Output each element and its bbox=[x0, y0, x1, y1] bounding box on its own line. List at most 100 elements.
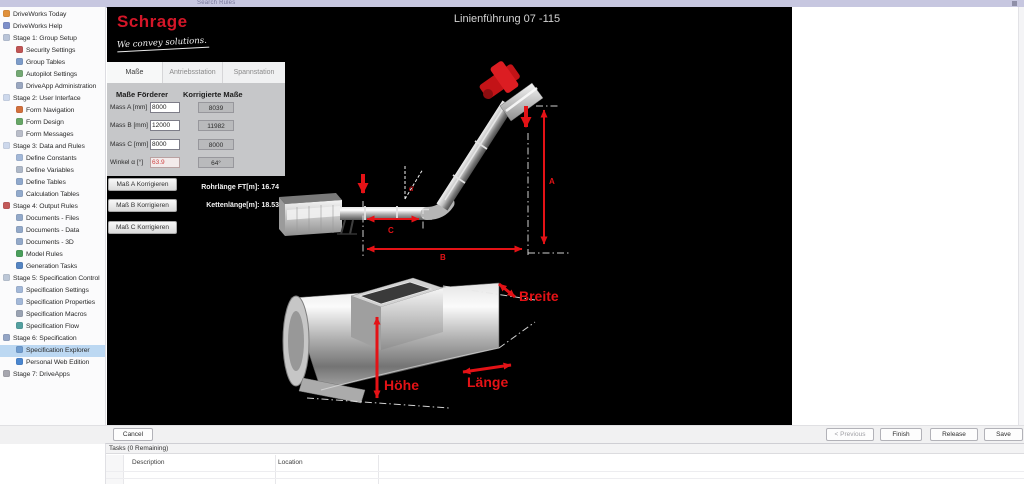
rohrlaenge-label: Rohrlänge FT[m]: bbox=[201, 184, 259, 191]
navigation-tree: DriveWorks Today DriveWorks Help Stage 1: … bbox=[0, 9, 105, 381]
tasks-column-location[interactable]: Location bbox=[278, 459, 303, 466]
column-divider bbox=[275, 455, 276, 484]
sidebar-item-model-rules[interactable]: Model Rules bbox=[0, 249, 105, 261]
kettenlaenge-label: Kettenlänge[m]: bbox=[206, 202, 259, 209]
sidebar-item-stage2-user-interface[interactable]: Stage 2: User Interface bbox=[0, 93, 105, 105]
constants-doc-icon bbox=[16, 154, 23, 161]
sidebar-item-stage1-group-setup[interactable]: Stage 1: Group Setup bbox=[0, 33, 105, 45]
sidebar-item-specification-properties[interactable]: Specification Properties bbox=[0, 297, 105, 309]
sidebar: DriveWorks Today DriveWorks Help Stage 1: … bbox=[0, 7, 106, 425]
sidebar-item-label: Form Navigation bbox=[26, 107, 74, 114]
sidebar-item-define-constants[interactable]: Define Constants bbox=[0, 153, 105, 165]
tasks-column-description[interactable]: Description bbox=[132, 459, 165, 466]
mass-a-input[interactable] bbox=[150, 102, 180, 113]
application-window: Search Rules DriveWorks TodayDriveWorks … bbox=[0, 0, 1024, 484]
sidebar-item-stage4-output-rules[interactable]: Stage 4: Output Rules bbox=[0, 201, 105, 213]
sidebar-item-label: Stage 7: DriveApps bbox=[13, 371, 70, 378]
sidebar-item-label: Group Tables bbox=[26, 59, 65, 66]
column-header-korrigierte-masse: Korrigierte Maße bbox=[183, 90, 243, 99]
mass-b-corrected-value: 11982 bbox=[198, 120, 234, 131]
cancel-button[interactable]: Cancel bbox=[113, 428, 153, 441]
calc-table-icon bbox=[16, 190, 23, 197]
sidebar-item-label: Form Design bbox=[26, 119, 64, 126]
action-bar: Cancel < Previous Finish Release Save bbox=[0, 425, 1024, 444]
winkel-input[interactable] bbox=[150, 157, 180, 168]
tab-antriebsstation[interactable]: Antriebsstation bbox=[163, 62, 223, 83]
sidebar-item-label: Calculation Tables bbox=[26, 191, 79, 198]
sidebar-item-personal-web-edition[interactable]: Personal Web Edition bbox=[0, 357, 105, 369]
sidebar-item-form-navigation[interactable]: Form Navigation bbox=[0, 105, 105, 117]
laenge-label: Länge bbox=[467, 374, 508, 390]
tasks-panel-title: Tasks (0 Remaining) bbox=[106, 444, 1024, 454]
tasks-selector-column bbox=[106, 455, 123, 484]
sidebar-item-autopilot-settings[interactable]: Autopilot Settings bbox=[0, 69, 105, 81]
sidebar-item-driveapp-administration[interactable]: DriveApp Administration bbox=[0, 81, 105, 93]
sidebar-item-documents-files[interactable]: Documents - Files bbox=[0, 213, 105, 225]
spec-gear-icon bbox=[3, 334, 10, 341]
search-input[interactable]: Search Rules bbox=[197, 0, 235, 6]
sidebar-item-specification-explorer[interactable]: Specification Explorer bbox=[0, 345, 105, 357]
sidebar-item-group-tables[interactable]: Group Tables bbox=[0, 57, 105, 69]
sidebar-item-security-settings[interactable]: Security Settings bbox=[0, 45, 105, 57]
sidebar-item-label: Stage 3: Data and Rules bbox=[13, 143, 85, 150]
tab-spannstation[interactable]: Spannstation bbox=[223, 62, 285, 83]
mass-b-input[interactable] bbox=[150, 120, 180, 131]
sidebar-item-stage7-driveapps[interactable]: Stage 7: DriveApps bbox=[0, 369, 105, 381]
sidebar-item-documents-3d[interactable]: Documents - 3D bbox=[0, 237, 105, 249]
sidebar-item-label: Documents - 3D bbox=[26, 239, 74, 246]
document-icon bbox=[16, 214, 23, 221]
mass-c-label: Mass C [mm] bbox=[110, 141, 148, 148]
conveyor-render: A B C α bbox=[279, 57, 569, 262]
model-check-icon bbox=[16, 250, 23, 257]
generation-globe-icon bbox=[16, 262, 23, 269]
sidebar-item-define-tables[interactable]: Define Tables bbox=[0, 177, 105, 189]
output-cube-icon bbox=[3, 202, 10, 209]
mass-c-input[interactable] bbox=[150, 139, 180, 150]
spec-doc-icon bbox=[3, 274, 10, 281]
sidebar-item-calculation-tables[interactable]: Calculation Tables bbox=[0, 189, 105, 201]
sidebar-item-generation-tasks[interactable]: Generation Tasks bbox=[0, 261, 105, 273]
sidebar-item-driveworks-today[interactable]: DriveWorks Today bbox=[0, 9, 105, 21]
angle-alpha-label: α bbox=[409, 184, 414, 193]
previous-button[interactable]: < Previous bbox=[826, 428, 874, 441]
table-icon bbox=[16, 178, 23, 185]
sidebar-item-specification-flow[interactable]: Specification Flow bbox=[0, 321, 105, 333]
sidebar-item-stage6-specification[interactable]: Stage 6: Specification bbox=[0, 333, 105, 345]
mass-c-korrigieren-button[interactable]: Maß C Korrigieren bbox=[108, 221, 177, 234]
vertical-scrollbar[interactable] bbox=[1018, 7, 1024, 425]
sidebar-item-documents-data[interactable]: Documents - Data bbox=[0, 225, 105, 237]
winkel-corrected-value: 64° bbox=[198, 157, 234, 168]
winkel-label: Winkel α [°] bbox=[110, 159, 143, 166]
lightbulb-icon bbox=[3, 34, 10, 41]
sidebar-item-label: Autopilot Settings bbox=[26, 71, 77, 78]
release-button[interactable]: Release bbox=[930, 428, 978, 441]
form-row: Mass A [mm] 8039 bbox=[107, 102, 285, 114]
form-row: Mass C [mm] 8000 bbox=[107, 139, 285, 151]
save-button[interactable]: Save bbox=[984, 428, 1023, 441]
kettenlaenge-value: 18.53 bbox=[261, 202, 279, 209]
right-empty-area bbox=[792, 7, 1024, 425]
sidebar-item-stage3-data-and-rules[interactable]: Stage 3: Data and Rules bbox=[0, 141, 105, 153]
sidebar-item-label: Specification Explorer bbox=[26, 347, 90, 354]
mass-c-corrected-value: 8000 bbox=[198, 139, 234, 150]
sidebar-item-label: DriveWorks Help bbox=[13, 23, 62, 30]
sidebar-item-label: Stage 1: Group Setup bbox=[13, 35, 77, 42]
sidebar-item-stage5-specification-control[interactable]: Stage 5: Specification Control bbox=[0, 273, 105, 285]
sidebar-item-label: Define Tables bbox=[26, 179, 66, 186]
sidebar-item-label: Documents - Files bbox=[26, 215, 79, 222]
dim-a-label: A bbox=[549, 177, 555, 186]
form-row: Winkel α [°] 64° bbox=[107, 157, 285, 169]
sidebar-item-specification-settings[interactable]: Specification Settings bbox=[0, 285, 105, 297]
sidebar-item-driveworks-help[interactable]: DriveWorks Help bbox=[0, 21, 105, 33]
feeder-render: Breite Höhe Länge bbox=[283, 278, 559, 408]
sidebar-item-label: Stage 4: Output Rules bbox=[13, 203, 78, 210]
sidebar-item-define-variables[interactable]: Define Variables bbox=[0, 165, 105, 177]
tab-masse[interactable]: Maße bbox=[107, 62, 163, 83]
finish-button[interactable]: Finish bbox=[880, 428, 922, 441]
sidebar-item-form-messages[interactable]: Form Messages bbox=[0, 129, 105, 141]
sidebar-item-label: Specification Settings bbox=[26, 287, 89, 294]
sidebar-item-form-design[interactable]: Form Design bbox=[0, 117, 105, 129]
mass-b-label: Mass B [mm] bbox=[110, 122, 148, 129]
sidebar-item-specification-macros[interactable]: Specification Macros bbox=[0, 309, 105, 321]
toolbar-icon bbox=[1012, 1, 1017, 6]
